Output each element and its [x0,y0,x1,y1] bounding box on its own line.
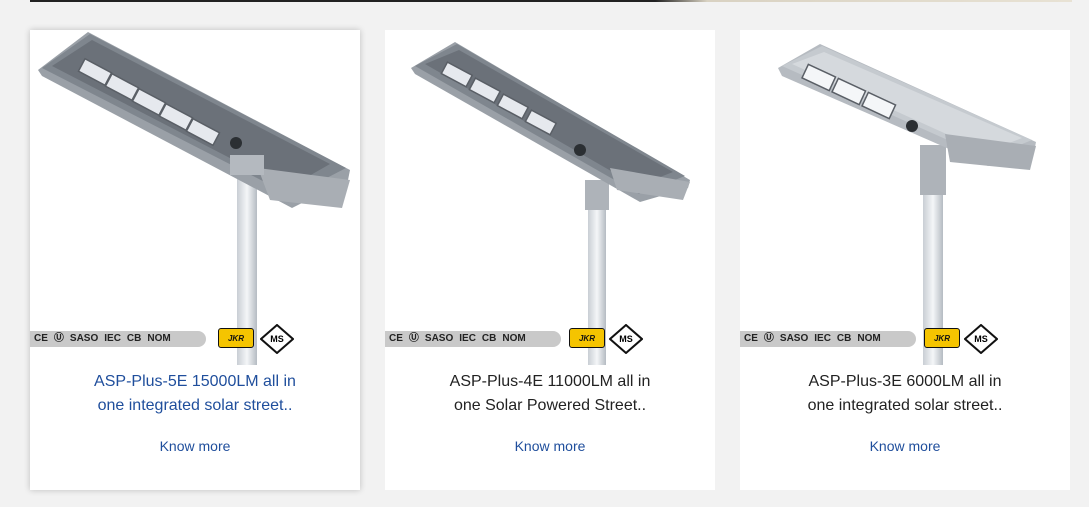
nom-mark: NOM [857,333,881,344]
product-card-3[interactable]: CE Ⓤ SASO IEC CB NOM JKR MS ASP-Plus-3E … [740,30,1070,490]
ul-icon: Ⓤ [763,333,774,344]
ul-icon: Ⓤ [408,333,419,344]
nom-mark: NOM [502,333,526,344]
ms-badge-icon: MS [609,324,643,354]
product-card-2[interactable]: CE Ⓤ SASO IEC CB NOM JKR MS ASP-Plus-4E … [385,30,715,490]
iec-mark: IEC [814,333,831,344]
ms-badge-icon: MS [964,324,998,354]
certification-strip: CE Ⓤ SASO IEC CB NOM JKR MS [385,324,705,354]
cb-mark: CB [126,333,142,344]
jkr-badge: JKR [218,328,254,348]
saso-mark: SASO [779,333,809,344]
product-image[interactable] [385,30,715,365]
product-title[interactable]: ASP-Plus-5E 15000LM all in one integrate… [50,370,340,418]
iec-mark: IEC [104,333,121,344]
certification-strip: CE Ⓤ SASO IEC CB NOM JKR MS [740,324,1060,354]
street-light-illustration [411,42,690,365]
nom-mark: NOM [147,333,171,344]
ce-mark: CE [34,333,48,344]
saso-mark: SASO [69,333,99,344]
product-card-1[interactable]: CE Ⓤ SASO IEC CB NOM JKR MS ASP-Plus-5E … [30,30,360,490]
street-light-illustration [38,32,350,365]
street-light-illustration [778,44,1036,365]
ce-mark: CE [389,333,403,344]
jkr-badge: JKR [569,328,605,348]
know-more-link[interactable]: Know more [385,438,715,454]
ce-mark: CE [744,333,758,344]
cb-mark: CB [481,333,497,344]
product-image[interactable] [740,30,1070,365]
svg-text:MS: MS [270,334,284,344]
jkr-badge: JKR [924,328,960,348]
product-image[interactable] [30,30,360,365]
product-title[interactable]: ASP-Plus-4E 11000LM all in one Solar Pow… [405,370,695,418]
saso-mark: SASO [424,333,454,344]
ul-icon: Ⓤ [53,333,64,344]
top-divider [30,0,1072,2]
cb-mark: CB [836,333,852,344]
product-title[interactable]: ASP-Plus-3E 6000LM all in one integrated… [760,370,1050,418]
know-more-link[interactable]: Know more [740,438,1070,454]
iec-mark: IEC [459,333,476,344]
certification-bar: CE Ⓤ SASO IEC CB NOM [30,331,206,347]
ms-badge-icon: MS [260,324,294,354]
svg-text:MS: MS [974,334,988,344]
svg-text:MS: MS [619,334,633,344]
certification-bar: CE Ⓤ SASO IEC CB NOM [385,331,561,347]
certification-bar: CE Ⓤ SASO IEC CB NOM [740,331,916,347]
certification-strip: CE Ⓤ SASO IEC CB NOM JKR MS [30,324,350,354]
know-more-link[interactable]: Know more [30,438,360,454]
